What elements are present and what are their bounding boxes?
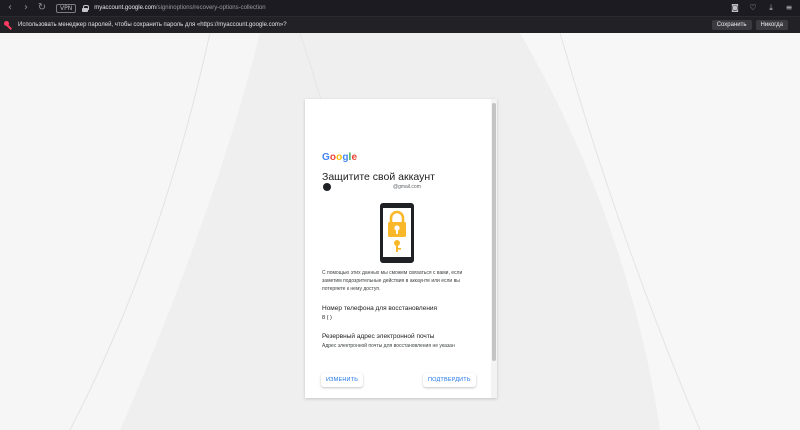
recovery-options-card: Google Защитите свой аккаунт @gmail.com … — [305, 99, 497, 398]
page-title: Защитите свой аккаунт — [322, 171, 435, 183]
browser-toolbar: ‹ › ↻ VPN myaccount.google.com/signinopt… — [0, 0, 800, 17]
email-section-title: Резервный адрес электронной почты — [322, 333, 435, 340]
lock-icon[interactable] — [82, 4, 90, 12]
download-icon[interactable]: ⤓ — [766, 3, 776, 13]
password-infobar: Использовать менеджер паролей, чтобы сох… — [0, 17, 800, 33]
phone-number-value: 8 ( ) — [322, 315, 332, 321]
account-email: @gmail.com — [393, 184, 421, 190]
avatar[interactable] — [323, 183, 331, 191]
description-text: С помощью этих данных мы сможем связатьс… — [322, 270, 463, 292]
forward-arrow-icon[interactable]: › — [20, 2, 32, 14]
infobar-text: Использовать менеджер паролей, чтобы сох… — [18, 22, 287, 28]
phone-lock-illustration — [380, 203, 414, 263]
save-password-button[interactable]: Сохранить — [711, 20, 752, 30]
scrollbar[interactable] — [491, 99, 497, 398]
backup-email-value: Адрес электронной почты для восстановлен… — [322, 343, 455, 349]
vpn-badge[interactable]: VPN — [56, 3, 77, 13]
menu-icon[interactable]: ≡ — [784, 3, 794, 13]
address-bar[interactable]: myaccount.google.com/signinoptions/recov… — [94, 5, 265, 11]
change-button[interactable]: ИЗМЕНИТЬ — [321, 373, 364, 387]
reload-icon[interactable]: ↻ — [36, 2, 48, 14]
bookmark-icon[interactable]: ♡ — [748, 3, 758, 13]
back-arrow-icon[interactable]: ‹ — [4, 2, 16, 14]
google-logo: Google — [322, 152, 358, 163]
url-host: myaccount.google.com — [94, 5, 156, 11]
page-background: Google Защитите свой аккаунт @gmail.com … — [0, 33, 800, 430]
confirm-button[interactable]: ПОДТВЕРДИТЬ — [423, 373, 476, 387]
scrollbar-thumb[interactable] — [492, 103, 496, 361]
phone-section-title: Номер телефона для восстановления — [322, 305, 438, 312]
never-button[interactable]: Никогда — [755, 20, 788, 30]
url-path: /signinoptions/recovery-options-collecti… — [155, 5, 266, 11]
camera-icon[interactable]: ◙ — [730, 3, 740, 13]
key-icon — [4, 20, 13, 30]
